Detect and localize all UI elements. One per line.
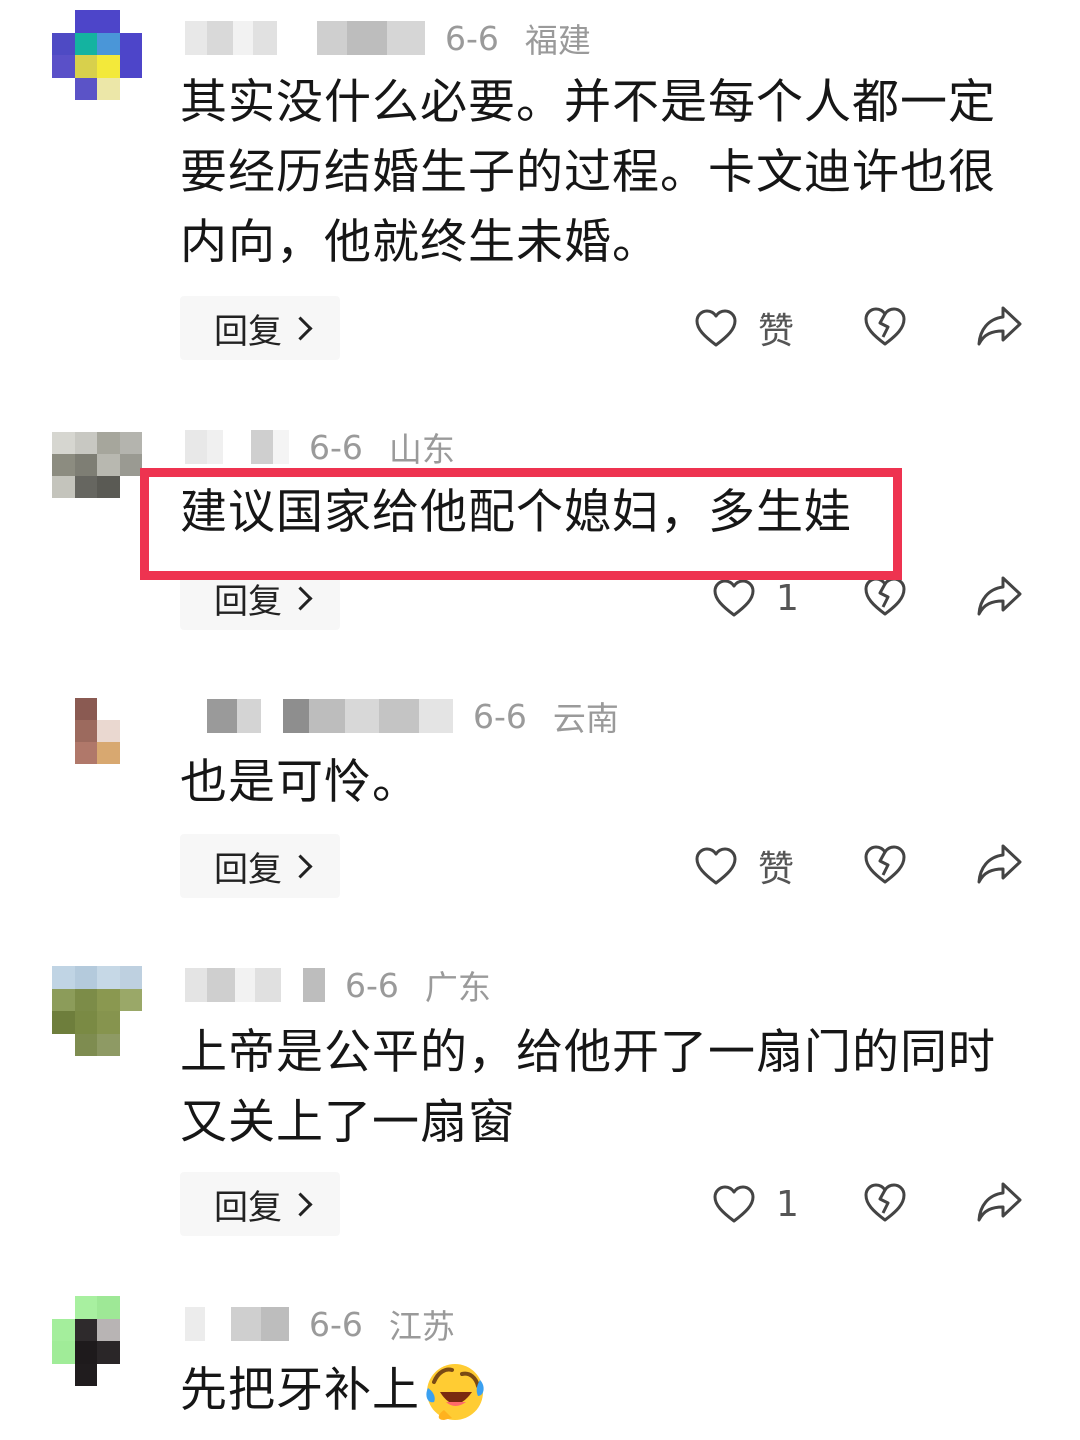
- laughing-crying-emoji-icon: [426, 1364, 484, 1420]
- like-label: 赞: [758, 849, 795, 890]
- chevron-right-icon: [288, 853, 313, 879]
- chevron-right-icon: [288, 1191, 313, 1217]
- comment-region: 山东: [388, 430, 455, 469]
- comment-meta: 6-6 云南: [185, 694, 619, 738]
- comment-text-line: 其实没什么必要。并不是每个人都一定: [180, 75, 996, 130]
- comment-date: 6-6: [445, 18, 499, 58]
- share-button[interactable]: [975, 304, 1023, 352]
- comment-date: 6-6: [345, 965, 399, 1005]
- broken-heart-icon: [864, 845, 906, 884]
- like-button[interactable]: 赞: [694, 840, 794, 892]
- comment-date: 6-6: [309, 427, 363, 467]
- like-label: 赞: [758, 311, 795, 352]
- heart-icon: [713, 579, 755, 617]
- comment-meta: 6-6 广东: [185, 963, 491, 1007]
- like-count: 1: [776, 1183, 799, 1225]
- comment-meta: 6-6 江苏: [185, 1302, 455, 1346]
- share-arrow-icon: [977, 576, 1022, 616]
- heart-icon: [695, 847, 737, 885]
- reply-label: 回复: [214, 581, 282, 622]
- broken-heart-icon: [864, 1183, 906, 1222]
- username-blurred[interactable]: [207, 699, 453, 733]
- comment-meta: 6-6 山东: [185, 425, 455, 469]
- username-blurred[interactable]: [185, 430, 289, 464]
- comment-text-line: 要经历结婚生子的过程。卡文迪许也很: [180, 145, 996, 200]
- comment-text: 建议国家给他配个媳妇，多生娃: [180, 478, 1010, 548]
- comment-region: 广东: [424, 968, 491, 1007]
- avatar[interactable]: [52, 1296, 142, 1386]
- avatar[interactable]: [52, 698, 142, 764]
- share-arrow-icon: [977, 844, 1022, 884]
- chevron-right-icon: [288, 585, 313, 611]
- broken-heart-icon: [864, 307, 906, 346]
- reply-button[interactable]: 回复: [180, 296, 340, 360]
- username-blurred[interactable]: [185, 21, 425, 55]
- dislike-button[interactable]: [862, 574, 908, 622]
- share-button[interactable]: [975, 574, 1023, 622]
- dislike-button[interactable]: [862, 1180, 908, 1228]
- comment-text-line: 建议国家给他配个媳妇，多生娃: [180, 485, 852, 540]
- comment-region: 云南: [552, 699, 619, 738]
- comment-text: 其实没什么必要。并不是每个人都一定 要经历结婚生子的过程。卡文迪许也很 内向，他…: [180, 68, 1010, 278]
- comment-region: 江苏: [388, 1307, 455, 1346]
- broken-heart-icon: [864, 577, 906, 616]
- like-button[interactable]: 赞: [694, 302, 794, 354]
- comment-text: 也是可怜。: [180, 748, 1010, 818]
- reply-button[interactable]: 回复: [180, 834, 340, 898]
- like-count: 1: [776, 577, 799, 619]
- reply-label: 回复: [214, 849, 282, 890]
- avatar[interactable]: [52, 10, 142, 100]
- comment-actions: 回复 1: [0, 1172, 1080, 1236]
- comment-text: 上帝是公平的，给他开了一扇门的同时 又关上了一扇窗: [180, 1018, 1010, 1158]
- dislike-button[interactable]: [862, 842, 908, 890]
- comment-text-line: 又关上了一扇窗: [180, 1095, 516, 1150]
- username-blurred[interactable]: [185, 1307, 289, 1341]
- comment-text: 先把牙补上: [180, 1356, 1010, 1426]
- username-blurred[interactable]: [185, 968, 325, 1002]
- share-button[interactable]: [975, 842, 1023, 890]
- comment-text-line: 先把牙补上: [180, 1363, 420, 1418]
- dislike-button[interactable]: [862, 304, 908, 352]
- comment-text-line: 上帝是公平的，给他开了一扇门的同时: [180, 1025, 996, 1080]
- comment-actions: 回复 赞: [0, 296, 1080, 360]
- chevron-right-icon: [288, 315, 313, 341]
- reply-button[interactable]: 回复: [180, 1172, 340, 1236]
- share-button[interactable]: [975, 1180, 1023, 1228]
- comment-text-line: 内向，他就终生未婚。: [180, 215, 660, 270]
- comment-text-line: 也是可怜。: [180, 755, 420, 810]
- reply-label: 回复: [214, 1187, 282, 1228]
- share-arrow-icon: [977, 306, 1022, 346]
- heart-icon: [713, 1185, 755, 1223]
- avatar[interactable]: [52, 966, 142, 1056]
- comment-actions: 回复 赞: [0, 834, 1080, 898]
- like-button[interactable]: 1: [712, 1178, 799, 1230]
- reply-label: 回复: [214, 311, 282, 352]
- comment-date: 6-6: [309, 1304, 363, 1344]
- heart-icon: [695, 309, 737, 347]
- comment-region: 福建: [524, 21, 591, 60]
- comment-date: 6-6: [473, 696, 527, 736]
- comment-meta: 6-6 福建: [185, 16, 591, 60]
- share-arrow-icon: [977, 1182, 1022, 1222]
- avatar[interactable]: [52, 432, 142, 498]
